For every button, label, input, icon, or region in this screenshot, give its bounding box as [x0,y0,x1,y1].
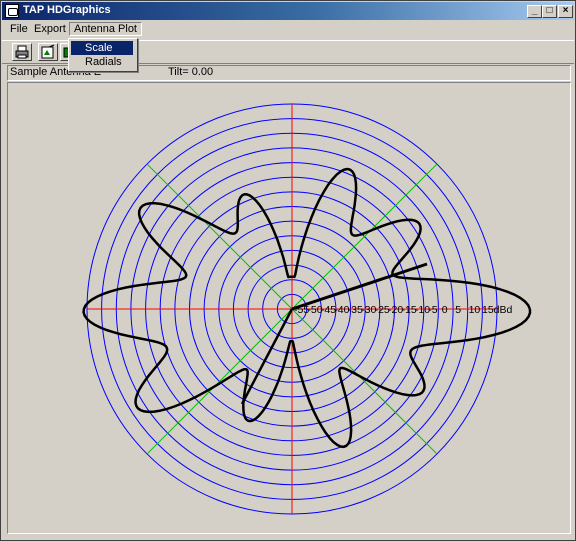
window-title: TAP HDGraphics [23,4,111,16]
scale-label: 10 [469,304,481,316]
polar-plot: -55-50-45-40-35-30-25-20-15-10-5 0 5 10 15dB… [82,103,532,515]
printer-icon [15,45,29,59]
menu-bar: File Export Antenna Plot [2,21,574,39]
minimize-icon: _ [531,5,538,16]
pattern-spike [240,308,294,405]
maximize-icon: □ [546,5,553,16]
maximize-button[interactable]: □ [542,5,557,18]
app-window: TAP HDGraphics _ □ × File Export Antenna… [0,0,576,541]
export-image-icon [41,44,55,59]
scale-label: 0 [442,304,448,316]
export-image-button[interactable] [38,43,58,61]
minimize-button[interactable]: _ [527,5,542,18]
menu-file[interactable]: File [6,23,32,35]
scale-label: 15dBd [482,304,513,316]
scale-label: 5 [455,304,461,316]
app-icon[interactable] [5,4,19,18]
antenna-plot-dropdown: Scale Radials [68,38,138,72]
scale-label: -5 [428,304,437,316]
plot-area: -55 -50 -45 -40 -35 -30 -25 -20 -15 -10 -5 0 5 10 15dB… [7,82,571,534]
dropdown-item-scale[interactable]: Scale [71,41,133,55]
menu-antenna-plot[interactable]: Antenna Plot [69,22,142,36]
print-button[interactable] [12,43,32,61]
close-icon: × [562,5,569,16]
menu-export[interactable]: Export [30,23,70,35]
dropdown-item-radials[interactable]: Radials [71,55,133,69]
close-button[interactable]: × [558,5,573,18]
tilt-readout: Tilt= 0.00 [168,66,214,78]
title-bar[interactable]: TAP HDGraphics _ □ × [2,2,574,20]
